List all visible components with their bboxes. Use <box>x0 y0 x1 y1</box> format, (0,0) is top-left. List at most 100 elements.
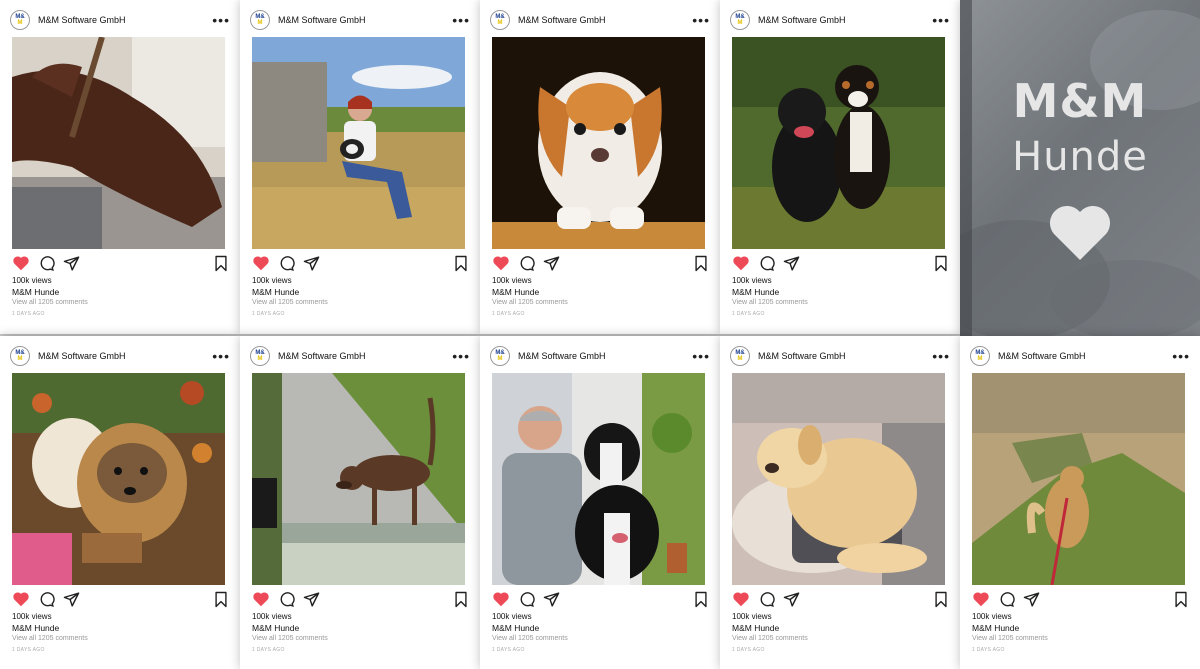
comment-icon[interactable] <box>758 591 775 608</box>
heart-icon[interactable] <box>252 255 270 271</box>
heart-icon[interactable] <box>492 255 510 271</box>
comment-icon[interactable] <box>758 255 775 272</box>
woman-with-dog-photo <box>252 37 465 249</box>
comment-icon[interactable] <box>38 591 55 608</box>
view-comments-link[interactable]: View all 1205 comments <box>252 299 328 306</box>
post-username[interactable]: M&M Hunde <box>732 623 779 633</box>
paper-plane-icon[interactable] <box>303 255 320 272</box>
bookmark-icon[interactable] <box>214 591 228 608</box>
bookmark-icon[interactable] <box>214 255 228 272</box>
brand-name[interactable]: M&M Software GmbH <box>998 351 1172 361</box>
brand-name[interactable]: M&M Software GmbH <box>278 351 452 361</box>
brand-name[interactable]: M&M Software GmbH <box>278 15 452 25</box>
brand-logo[interactable]: M& M <box>250 10 270 30</box>
post-photo[interactable] <box>12 373 225 585</box>
brand-logo[interactable]: M& M <box>250 346 270 366</box>
comment-icon[interactable] <box>38 255 55 272</box>
brand-name[interactable]: M&M Software GmbH <box>758 15 932 25</box>
more-options-icon[interactable]: ••• <box>452 13 470 27</box>
post-timestamp: 1 DAYS AGO <box>732 647 765 653</box>
comment-icon[interactable] <box>998 591 1015 608</box>
brand-logo[interactable]: M& M <box>970 346 990 366</box>
view-comments-link[interactable]: View all 1205 comments <box>492 299 568 306</box>
heart-icon[interactable] <box>732 255 750 271</box>
paper-plane-icon[interactable] <box>783 255 800 272</box>
bookmark-icon[interactable] <box>1174 591 1188 608</box>
view-comments-link[interactable]: View all 1205 comments <box>732 299 808 306</box>
promo-title: M&M <box>1012 74 1148 128</box>
view-comments-link[interactable]: View all 1205 comments <box>12 299 88 306</box>
heart-icon[interactable] <box>252 591 270 607</box>
bookmark-icon[interactable] <box>454 255 468 272</box>
brand-logo[interactable]: M& M <box>490 346 510 366</box>
post-username[interactable]: M&M Hunde <box>252 623 299 633</box>
post-username[interactable]: M&M Hunde <box>12 623 59 633</box>
heart-icon[interactable] <box>12 255 30 271</box>
post-username[interactable]: M&M Hunde <box>492 623 539 633</box>
post-username[interactable]: M&M Hunde <box>12 287 59 297</box>
more-options-icon[interactable]: ••• <box>932 349 950 363</box>
post-header: M& M M&M Software GmbH ••• <box>490 8 710 32</box>
heart-icon[interactable] <box>12 591 30 607</box>
comment-icon[interactable] <box>518 255 535 272</box>
bookmark-icon[interactable] <box>934 591 948 608</box>
paper-plane-icon[interactable] <box>63 591 80 608</box>
more-options-icon[interactable]: ••• <box>452 349 470 363</box>
bookmark-icon[interactable] <box>694 255 708 272</box>
heart-icon[interactable] <box>732 591 750 607</box>
heart-icon[interactable] <box>492 591 510 607</box>
brand-name[interactable]: M&M Software GmbH <box>518 351 692 361</box>
brand-logo[interactable]: M& M <box>10 346 30 366</box>
logo-text-bottom: M <box>737 20 743 26</box>
post-photo[interactable] <box>252 373 465 585</box>
brand-name[interactable]: M&M Software GmbH <box>38 15 212 25</box>
bookmark-icon[interactable] <box>454 591 468 608</box>
comment-icon[interactable] <box>278 591 295 608</box>
brand-name[interactable]: M&M Software GmbH <box>38 351 212 361</box>
post-actions <box>12 590 228 608</box>
view-comments-link[interactable]: View all 1205 comments <box>732 635 808 642</box>
post-photo[interactable] <box>492 373 705 585</box>
post-actions <box>252 590 468 608</box>
paper-plane-icon[interactable] <box>1023 591 1040 608</box>
view-comments-link[interactable]: View all 1205 comments <box>12 635 88 642</box>
comment-icon[interactable] <box>278 255 295 272</box>
comment-icon[interactable] <box>518 591 535 608</box>
brand-name[interactable]: M&M Software GmbH <box>518 15 692 25</box>
post-username[interactable]: M&M Hunde <box>492 287 539 297</box>
post-username[interactable]: M&M Hunde <box>972 623 1019 633</box>
logo-text-bottom: M <box>17 356 23 362</box>
brand-logo[interactable]: M& M <box>490 10 510 30</box>
heart-icon[interactable] <box>972 591 990 607</box>
more-options-icon[interactable]: ••• <box>932 13 950 27</box>
paper-plane-icon[interactable] <box>543 255 560 272</box>
brand-logo[interactable]: M& M <box>10 10 30 30</box>
view-comments-link[interactable]: View all 1205 comments <box>492 635 568 642</box>
post-actions <box>492 590 708 608</box>
more-options-icon[interactable]: ••• <box>212 13 230 27</box>
bookmark-icon[interactable] <box>694 591 708 608</box>
brand-logo[interactable]: M& M <box>730 346 750 366</box>
brand-logo[interactable]: M& M <box>730 10 750 30</box>
more-options-icon[interactable]: ••• <box>212 349 230 363</box>
post-photo[interactable] <box>492 37 705 249</box>
bookmark-icon[interactable] <box>934 255 948 272</box>
post-photo[interactable] <box>252 37 465 249</box>
post-username[interactable]: M&M Hunde <box>732 287 779 297</box>
paper-plane-icon[interactable] <box>783 591 800 608</box>
more-options-icon[interactable]: ••• <box>692 13 710 27</box>
post-timestamp: 1 DAYS AGO <box>492 647 525 653</box>
post-photo[interactable] <box>972 373 1185 585</box>
view-comments-link[interactable]: View all 1205 comments <box>972 635 1048 642</box>
brand-name[interactable]: M&M Software GmbH <box>758 351 932 361</box>
more-options-icon[interactable]: ••• <box>1172 349 1190 363</box>
post-photo[interactable] <box>732 37 945 249</box>
view-comments-link[interactable]: View all 1205 comments <box>252 635 328 642</box>
post-photo[interactable] <box>732 373 945 585</box>
paper-plane-icon[interactable] <box>63 255 80 272</box>
post-photo[interactable] <box>12 37 225 249</box>
post-username[interactable]: M&M Hunde <box>252 287 299 297</box>
paper-plane-icon[interactable] <box>543 591 560 608</box>
more-options-icon[interactable]: ••• <box>692 349 710 363</box>
paper-plane-icon[interactable] <box>303 591 320 608</box>
